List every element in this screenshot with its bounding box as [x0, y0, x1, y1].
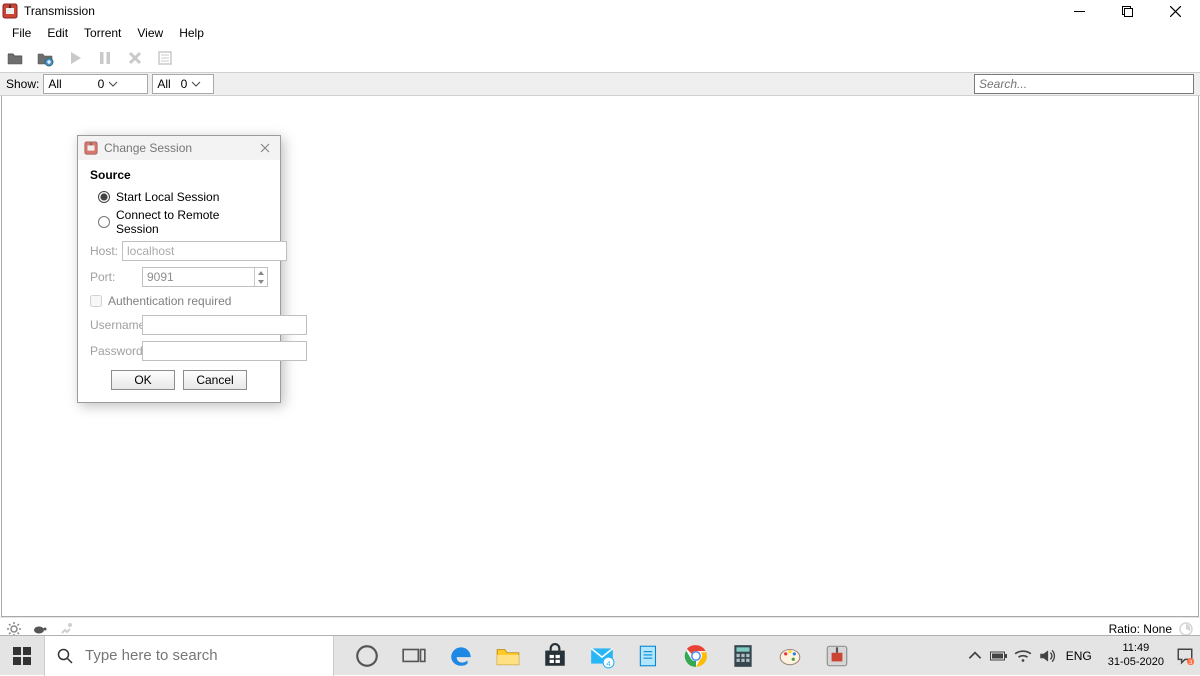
menu-bar: File Edit Torrent View Help: [0, 22, 1200, 44]
taskbar-search[interactable]: Type here to search: [44, 636, 334, 676]
source-heading: Source: [90, 168, 268, 182]
title-bar: Transmission: [0, 0, 1200, 22]
menu-edit[interactable]: Edit: [39, 23, 76, 43]
chevron-down-icon: [191, 79, 201, 89]
pause-button[interactable]: [94, 47, 116, 69]
app-title: Transmission: [24, 4, 95, 18]
cancel-button[interactable]: Cancel: [183, 370, 247, 390]
menu-help[interactable]: Help: [171, 23, 212, 43]
menu-file[interactable]: File: [4, 23, 39, 43]
port-spin-down: [255, 277, 267, 286]
app-icon: [2, 3, 18, 19]
radio-remote-input[interactable]: [98, 216, 110, 228]
ratio-label: Ratio: None: [1109, 622, 1172, 636]
notepad-icon[interactable]: [636, 643, 662, 669]
remove-button[interactable]: [124, 47, 146, 69]
store-icon[interactable]: [542, 643, 568, 669]
maximize-button[interactable]: [1112, 1, 1142, 21]
auth-checkbox: [90, 295, 102, 307]
menu-torrent[interactable]: Torrent: [76, 23, 129, 43]
language-indicator[interactable]: ENG: [1062, 649, 1096, 663]
edge-icon[interactable]: [448, 643, 474, 669]
radio-local-input[interactable]: [98, 191, 110, 203]
toolbar: [0, 44, 1200, 72]
system-tray[interactable]: ENG 11:49 31-05-2020 3: [966, 642, 1200, 670]
change-session-dialog: Change Session Source Start Local Sessio…: [77, 135, 281, 403]
dialog-close-button[interactable]: [256, 139, 274, 157]
properties-button[interactable]: [154, 47, 176, 69]
dialog-title: Change Session: [104, 141, 192, 155]
open-url-button[interactable]: [34, 47, 56, 69]
radio-remote-session[interactable]: Connect to Remote Session: [90, 206, 268, 238]
username-input: [142, 315, 307, 335]
app-icon: [84, 141, 98, 155]
filter-bar: Show: All 0 All 0: [0, 72, 1200, 96]
search-icon: [57, 648, 73, 664]
start-button[interactable]: [0, 636, 44, 676]
host-input: [122, 241, 287, 261]
dialog-titlebar[interactable]: Change Session: [78, 136, 280, 160]
action-center-icon[interactable]: 3: [1176, 647, 1194, 665]
taskbar[interactable]: Type here to search 4 ENG 11:49 31-05-20…: [0, 635, 1200, 675]
paint-icon[interactable]: [777, 643, 803, 669]
turtle-icon[interactable]: [32, 623, 48, 635]
minimize-button[interactable]: [1064, 1, 1094, 21]
cortana-icon[interactable]: [354, 643, 380, 669]
svg-text:4: 4: [606, 658, 610, 667]
calculator-icon[interactable]: [730, 643, 756, 669]
filter-status-select[interactable]: All 0: [43, 74, 148, 94]
show-label: Show:: [6, 77, 39, 91]
username-label: Username:: [90, 318, 138, 332]
wifi-icon[interactable]: [1014, 647, 1032, 665]
chrome-icon[interactable]: [683, 643, 709, 669]
password-input: [142, 341, 307, 361]
filter-tracker-select[interactable]: All 0: [152, 74, 214, 94]
radio-local-session[interactable]: Start Local Session: [90, 188, 268, 206]
auth-checkbox-row: Authentication required: [90, 290, 268, 312]
tray-chevron-icon[interactable]: [966, 647, 984, 665]
volume-icon[interactable]: [1038, 647, 1056, 665]
host-label: Host:: [90, 244, 118, 258]
ok-button[interactable]: OK: [111, 370, 175, 390]
file-explorer-icon[interactable]: [495, 643, 521, 669]
menu-view[interactable]: View: [129, 23, 171, 43]
close-button[interactable]: [1160, 1, 1190, 21]
chevron-down-icon: [108, 79, 118, 89]
transmission-taskbar-icon[interactable]: [824, 643, 850, 669]
battery-icon[interactable]: [990, 647, 1008, 665]
port-label: Port:: [90, 270, 138, 284]
svg-text:3: 3: [1189, 659, 1192, 664]
open-torrent-button[interactable]: [4, 47, 26, 69]
port-input: 9091: [142, 267, 268, 287]
task-view-icon[interactable]: [401, 643, 427, 669]
mail-icon[interactable]: 4: [589, 643, 615, 669]
port-spin-up: [255, 268, 267, 277]
search-input[interactable]: [974, 74, 1194, 94]
password-label: Password:: [90, 344, 138, 358]
start-button[interactable]: [64, 47, 86, 69]
clock[interactable]: 11:49 31-05-2020: [1102, 642, 1170, 670]
